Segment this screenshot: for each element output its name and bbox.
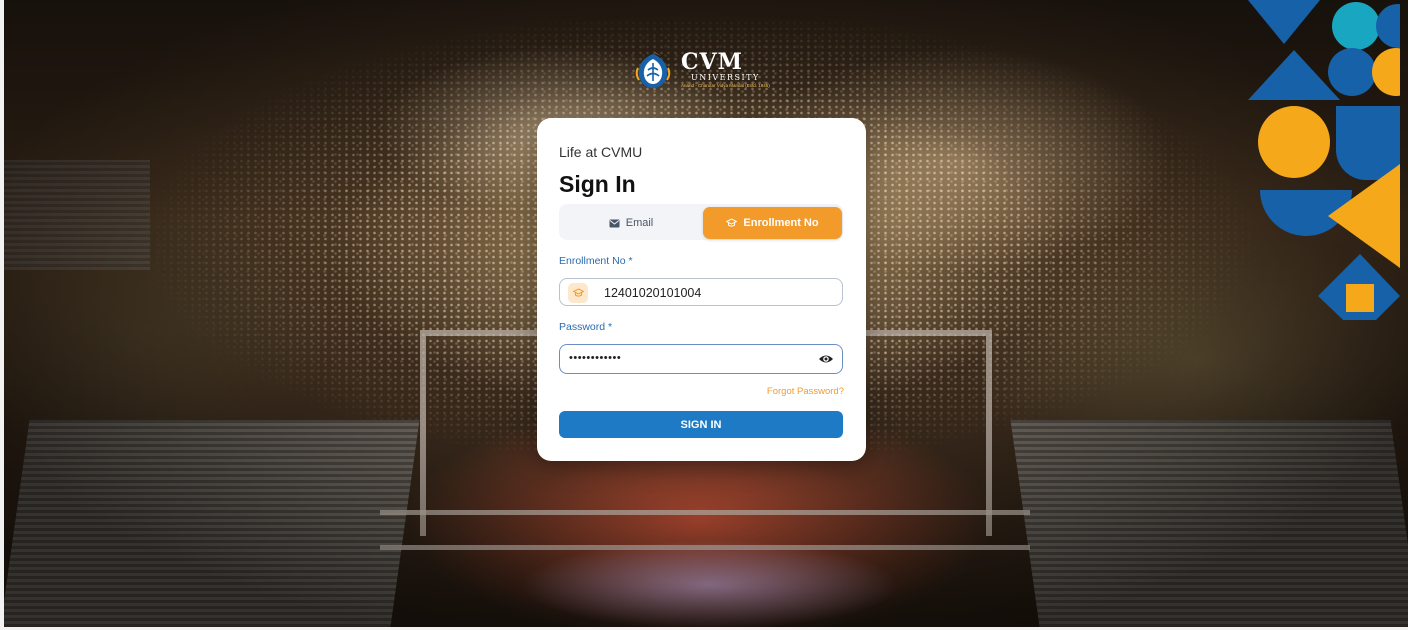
logo-tagline: Anand - Charutar Vidya Mandal (Estd. 194…: [681, 83, 770, 89]
enrollment-field-icon: [568, 283, 588, 303]
page-title: Sign In: [559, 171, 636, 197]
cap-icon: [572, 288, 584, 297]
tab-email-label: Email: [625, 217, 654, 229]
tab-enrollment-label: Enrollment No: [743, 217, 819, 229]
university-logo: CVM UNIVERSITY Anand - Charutar Vidya Ma…: [633, 50, 770, 90]
signin-button[interactable]: SIGN IN: [559, 411, 843, 438]
logo-wordmark: CVM UNIVERSITY Anand - Charutar Vidya Ma…: [681, 51, 770, 89]
cap-icon: [726, 218, 738, 227]
mail-icon: [609, 219, 620, 227]
card-kicker: Life at CVMU: [559, 144, 643, 160]
password-value: ••••••••••••: [569, 352, 622, 364]
login-method-tabs: Email Enrollment No: [559, 204, 843, 240]
password-label: Password *: [559, 321, 613, 333]
signin-card: Life at CVMU Sign In Email Enrollment No…: [537, 118, 866, 461]
enrollment-field[interactable]: 12401020101004: [559, 278, 843, 306]
enrollment-value: 12401020101004: [604, 286, 702, 300]
tab-enrollment[interactable]: Enrollment No: [703, 207, 842, 239]
logo-subtitle: UNIVERSITY: [690, 73, 760, 83]
logo-emblem-icon: [635, 51, 671, 88]
forgot-password-link[interactable]: Forgot Password?: [767, 386, 844, 397]
tab-email[interactable]: Email: [561, 207, 701, 239]
enrollment-label: Enrollment No *: [559, 255, 633, 267]
geometric-decoration: [1248, 0, 1400, 320]
password-field[interactable]: ••••••••••••: [559, 344, 843, 374]
eye-icon[interactable]: [818, 353, 834, 365]
page-edge-left: [0, 0, 4, 630]
logo-name: CVM: [681, 49, 743, 76]
